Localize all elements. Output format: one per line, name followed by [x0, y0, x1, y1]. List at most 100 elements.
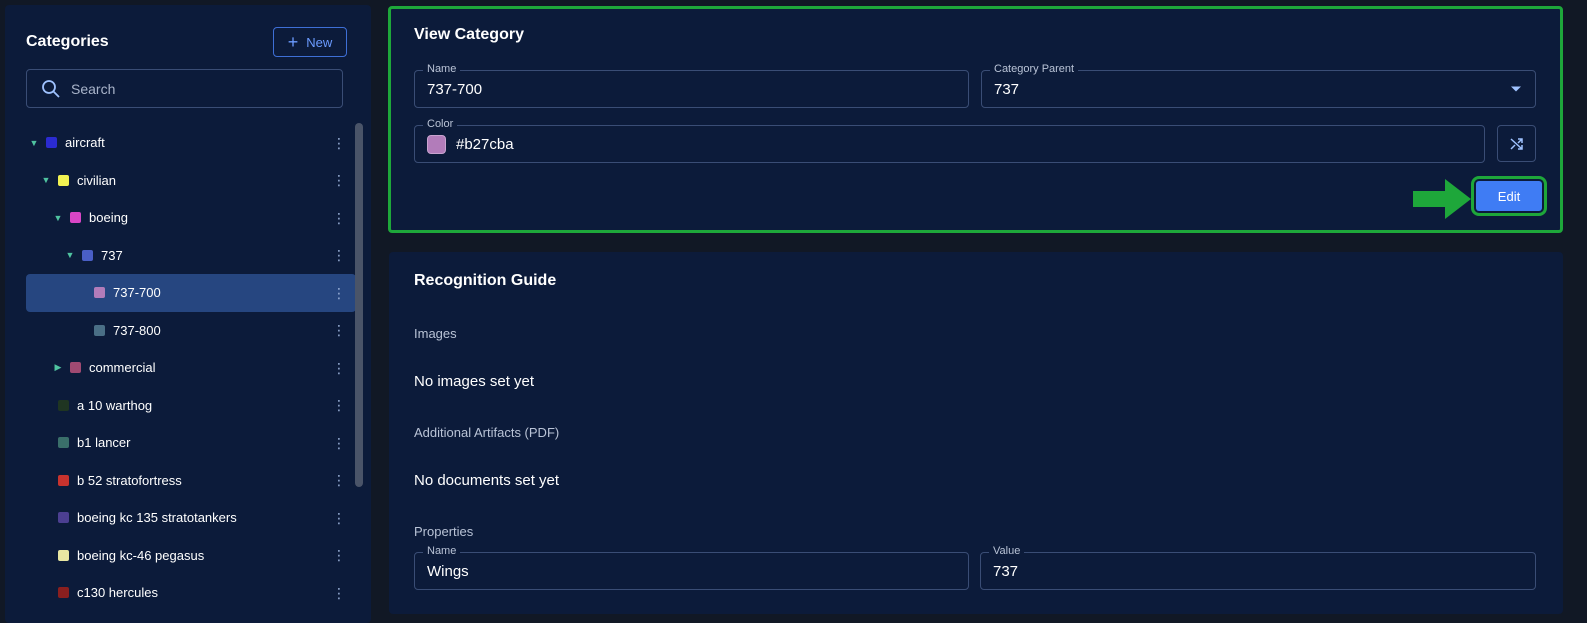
- tree-item[interactable]: 737-800 ⋮: [26, 312, 356, 350]
- images-label: Images: [414, 326, 457, 341]
- category-color-swatch: [58, 549, 69, 561]
- category-color-swatch: [58, 512, 69, 524]
- caret-spacer: [40, 512, 52, 524]
- caret-spacer: [40, 399, 52, 411]
- category-color-swatch: [58, 437, 69, 449]
- category-color-swatch: [58, 399, 69, 411]
- tree-item-label: commercial: [89, 360, 156, 376]
- tree-item[interactable]: boeing kc-46 pegasus ⋮: [26, 537, 356, 575]
- kebab-menu-icon[interactable]: ⋮: [332, 211, 346, 225]
- arrow-right-icon: [1413, 179, 1471, 219]
- category-color-swatch: [58, 474, 69, 486]
- properties-label: Properties: [414, 524, 474, 539]
- tree-item[interactable]: b1 lancer ⋮: [26, 424, 356, 462]
- caret-down-icon[interactable]: ▼: [64, 249, 76, 261]
- tree-scrollbar[interactable]: [355, 123, 363, 487]
- shuffle-color-button[interactable]: [1497, 125, 1536, 162]
- kebab-menu-icon[interactable]: ⋮: [332, 436, 346, 450]
- kebab-menu-icon[interactable]: ⋮: [332, 136, 346, 150]
- kebab-menu-icon[interactable]: ⋮: [332, 586, 346, 600]
- tree-item-label: a 10 warthog: [77, 397, 153, 413]
- property-value-field[interactable]: Value 737: [980, 545, 1536, 590]
- recognition-guide-title: Recognition Guide: [414, 272, 557, 289]
- property-name-field[interactable]: Name Wings: [414, 545, 969, 590]
- property-name-value: Wings: [427, 562, 469, 580]
- tree-item[interactable]: ▼ boeing ⋮: [26, 199, 356, 237]
- tree-item-label: 737-700: [113, 285, 161, 301]
- kebab-menu-icon[interactable]: ⋮: [332, 398, 346, 412]
- edit-button[interactable]: Edit: [1471, 176, 1547, 216]
- category-parent-value: 737: [994, 80, 1020, 98]
- tree-item-label: 737-800: [113, 322, 161, 338]
- tree-item-label: b1 lancer: [77, 435, 131, 451]
- sidebar-title: Categories: [26, 33, 109, 50]
- category-color-swatch: [58, 587, 69, 599]
- tree-item[interactable]: ▼ 737 ⋮: [26, 237, 356, 275]
- category-color-swatch: [46, 137, 57, 149]
- tree-item[interactable]: 737-700 ⋮: [26, 274, 356, 312]
- tree-item-label: boeing kc 135 stratotankers: [77, 510, 237, 526]
- new-category-button[interactable]: + New: [273, 27, 347, 57]
- kebab-menu-icon[interactable]: ⋮: [332, 248, 346, 262]
- tree-item-label: aircraft: [65, 135, 105, 151]
- property-value-value: 737: [993, 562, 1019, 580]
- category-color-swatch: [58, 174, 69, 186]
- tree-item[interactable]: c130 hercules ⋮: [26, 574, 356, 612]
- tree-item[interactable]: a 10 warthog ⋮: [26, 387, 356, 425]
- caret-spacer: [40, 474, 52, 486]
- kebab-menu-icon[interactable]: ⋮: [332, 286, 346, 300]
- tree-item[interactable]: boeing kc 135 stratotankers ⋮: [26, 499, 356, 537]
- name-field-value: 737-700: [427, 80, 483, 98]
- tree-item[interactable]: b 52 stratofortress ⋮: [26, 462, 356, 500]
- caret-down-icon[interactable]: ▼: [28, 137, 40, 149]
- tree-item[interactable]: ▶ commercial ⋮: [26, 349, 356, 387]
- name-field-legend: Name: [423, 63, 461, 75]
- view-category-panel: View Category Name 737-700 Category Pare…: [388, 6, 1563, 233]
- color-swatch[interactable]: [427, 134, 446, 154]
- search-input[interactable]: [71, 80, 311, 97]
- kebab-menu-icon[interactable]: ⋮: [332, 323, 346, 337]
- caret-right-icon[interactable]: ▶: [52, 362, 64, 374]
- color-field-legend: Color: [423, 118, 458, 130]
- kebab-menu-icon[interactable]: ⋮: [332, 548, 346, 562]
- property-value-legend: Value: [989, 545, 1025, 557]
- shuffle-icon: [1509, 137, 1523, 150]
- search-box[interactable]: [26, 69, 343, 108]
- category-parent-select[interactable]: Category Parent 737: [981, 63, 1536, 108]
- kebab-menu-icon[interactable]: ⋮: [332, 511, 346, 525]
- kebab-menu-icon[interactable]: ⋮: [332, 361, 346, 375]
- category-color-swatch: [70, 212, 81, 224]
- images-empty-text: No images set yet: [414, 373, 535, 390]
- property-name-legend: Name: [423, 545, 461, 557]
- plus-icon: +: [287, 32, 299, 52]
- caret-spacer: [40, 437, 52, 449]
- view-category-title: View Category: [414, 26, 524, 43]
- kebab-menu-icon[interactable]: ⋮: [332, 473, 346, 487]
- category-color-swatch: [70, 362, 81, 374]
- tree-item-label: boeing: [89, 210, 129, 226]
- kebab-menu-icon[interactable]: ⋮: [332, 173, 346, 187]
- caret-down-icon[interactable]: ▼: [52, 212, 64, 224]
- tree-item-label: c130 hercules: [77, 585, 158, 601]
- tree-item[interactable]: ▼ civilian ⋮: [26, 162, 356, 200]
- tree-item-label: boeing kc-46 pegasus: [77, 547, 205, 563]
- tree-item-label: b 52 stratofortress: [77, 472, 182, 488]
- color-field-value: #b27cba: [456, 135, 514, 153]
- recognition-guide-panel: Recognition Guide Images No images set y…: [389, 252, 1563, 614]
- caret-down-icon[interactable]: ▼: [40, 174, 52, 186]
- name-field[interactable]: Name 737-700: [414, 63, 969, 108]
- category-color-swatch: [94, 287, 105, 299]
- search-icon: [42, 79, 60, 98]
- category-color-swatch: [82, 249, 93, 261]
- category-color-swatch: [94, 324, 105, 336]
- color-field[interactable]: Color #b27cba: [414, 118, 1485, 163]
- tree-item-label: civilian: [77, 172, 117, 188]
- artifacts-label: Additional Artifacts (PDF): [414, 425, 560, 440]
- category-parent-legend: Category Parent: [990, 63, 1079, 75]
- chevron-down-icon: [1511, 86, 1521, 92]
- caret-spacer: [76, 287, 88, 299]
- caret-spacer: [40, 549, 52, 561]
- tree-item[interactable]: ▼ aircraft ⋮: [26, 124, 356, 162]
- caret-spacer: [40, 587, 52, 599]
- tree-item-label: 737: [101, 247, 123, 263]
